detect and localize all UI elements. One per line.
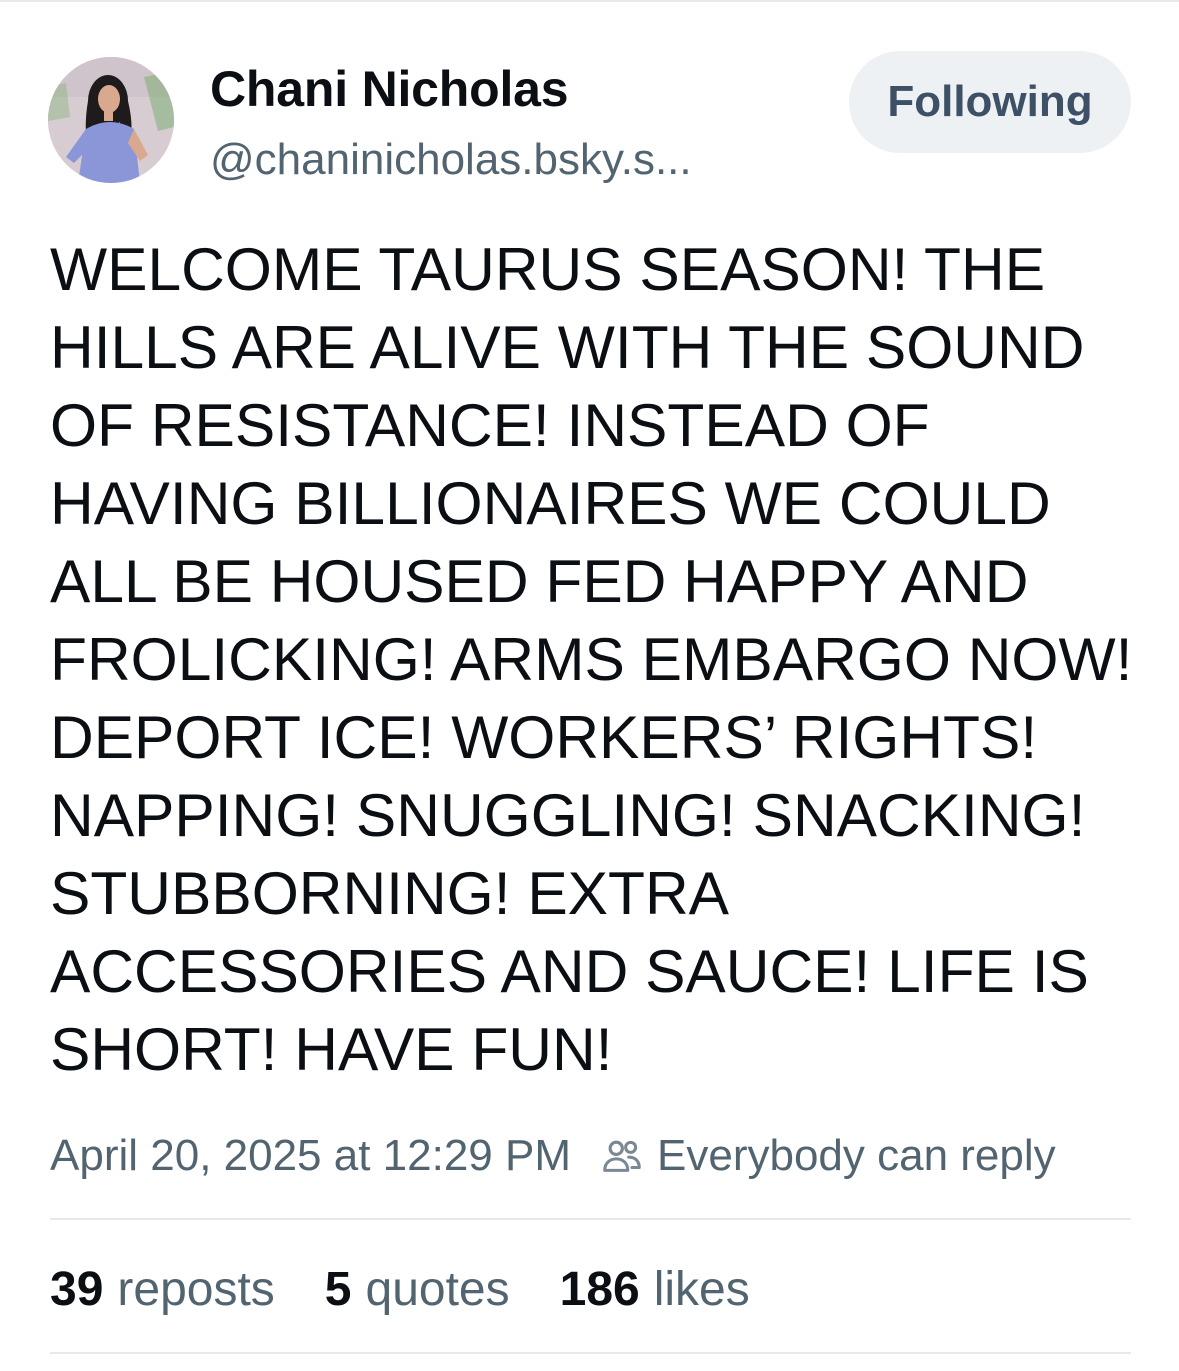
post-text-line: DEPORT ICE! WORKERS’ RIGHTS! (50, 703, 1038, 771)
quotes-count: 5 (324, 1262, 352, 1316)
post-text-line: ACCESSORIES AND SAUCE! LIFE IS (50, 937, 1089, 1005)
likes-count: 186 (559, 1262, 640, 1316)
reposts-label: reposts (117, 1262, 275, 1316)
people-icon (603, 1140, 641, 1172)
avatar[interactable] (48, 57, 174, 183)
divider (50, 1352, 1131, 1354)
following-button[interactable]: Following (849, 51, 1131, 153)
post-text-line: NAPPING! SNUGGLING! SNACKING! (50, 781, 1086, 849)
post-text-line: OF RESISTANCE! INSTEAD OF (50, 391, 930, 459)
post-text-line: HILLS ARE ALIVE WITH THE SOUND (50, 313, 1085, 381)
post-text: WELCOME TAURUS SEASON! THE HILLS ARE ALI… (50, 230, 1140, 1088)
quotes-label: quotes (365, 1262, 510, 1316)
reply-setting: Everybody can reply (657, 1131, 1056, 1180)
reposts-stat[interactable]: 39 reposts (50, 1262, 275, 1317)
post-timestamp[interactable]: April 20, 2025 at 12:29 PM (50, 1131, 571, 1181)
post-text-line: STUBBORNING! EXTRA (50, 859, 730, 927)
post-stats: 39 reposts 5 quotes 186 likes (50, 1258, 750, 1320)
post-text-line: SHORT! HAVE FUN! (50, 1015, 613, 1083)
author-handle[interactable]: @chaninicholas.bsky.s... (210, 132, 692, 188)
post-text-line: ALL BE HOUSED FED HAPPY AND (50, 547, 1029, 615)
post-text-line: HAVING BILLIONAIRES WE COULD (50, 469, 1051, 537)
avatar-photo (48, 57, 174, 183)
post-text-line: WELCOME TAURUS SEASON! THE (50, 235, 1046, 303)
post-text-line: FROLICKING! ARMS EMBARGO NOW! (50, 625, 1133, 693)
likes-stat[interactable]: 186 likes (560, 1262, 750, 1317)
divider (50, 1218, 1131, 1220)
top-divider (0, 0, 1179, 2)
post-meta: April 20, 2025 at 12:29 PM Everybody can… (50, 1126, 1056, 1186)
likes-label: likes (653, 1262, 750, 1316)
quotes-stat[interactable]: 5 quotes (325, 1262, 510, 1317)
author-display-name[interactable]: Chani Nicholas (210, 58, 569, 120)
reposts-count: 39 (50, 1262, 104, 1316)
